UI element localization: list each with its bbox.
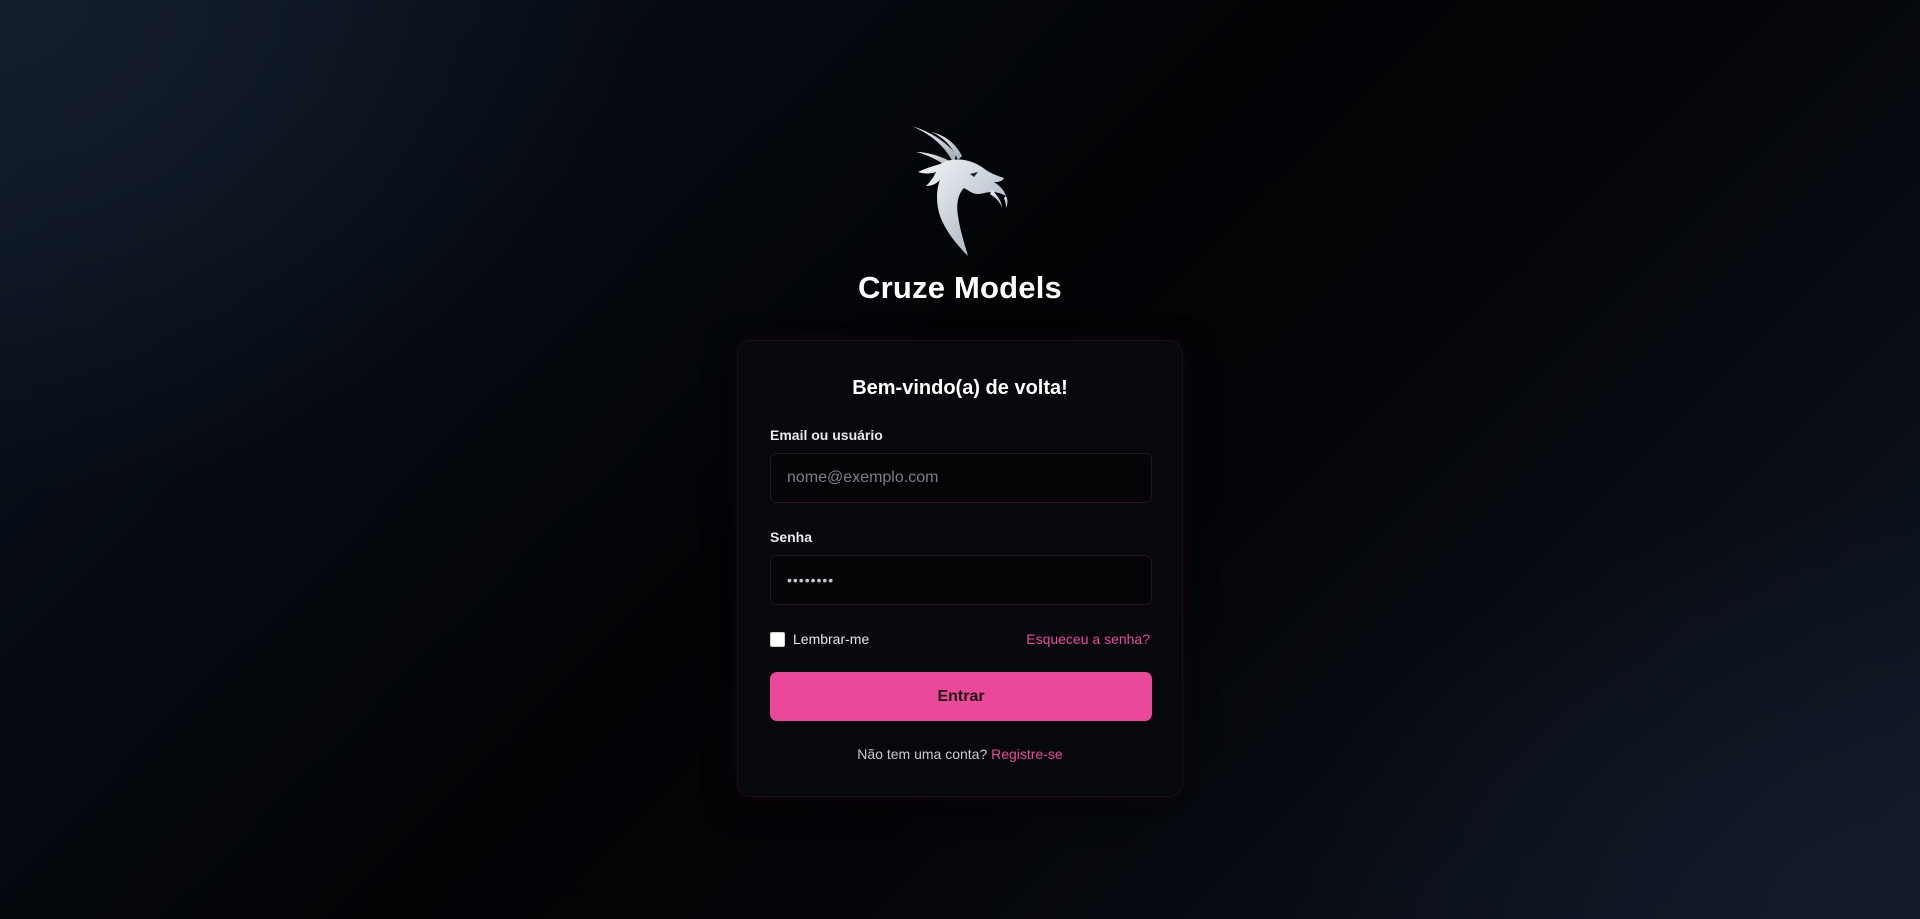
password-label: Senha: [770, 529, 813, 545]
email-input[interactable]: [770, 453, 1152, 503]
login-title: Bem-vindo(a) de volta!: [852, 377, 1068, 399]
password-input[interactable]: ••••••••: [770, 555, 1152, 605]
signup-link[interactable]: Registre-se: [991, 746, 1063, 762]
signup-row: Não tem uma conta? Registre-se: [738, 746, 1182, 762]
dragon-head-icon: [912, 126, 1008, 256]
remember-me[interactable]: Lembrar-me: [770, 631, 869, 647]
email-label: Email ou usuário: [770, 427, 883, 443]
login-card: Bem-vindo(a) de volta! Email ou usuário …: [737, 340, 1183, 797]
forgot-password-link[interactable]: Esqueceu a senha?: [1026, 631, 1150, 647]
password-value: ••••••••: [787, 572, 835, 588]
remember-label: Lembrar-me: [793, 631, 870, 647]
brand-name: Cruze Models: [858, 270, 1062, 305]
remember-checkbox[interactable]: [770, 631, 785, 647]
signup-prompt: Não tem uma conta?: [857, 746, 988, 762]
login-button[interactable]: Entrar: [770, 672, 1152, 721]
